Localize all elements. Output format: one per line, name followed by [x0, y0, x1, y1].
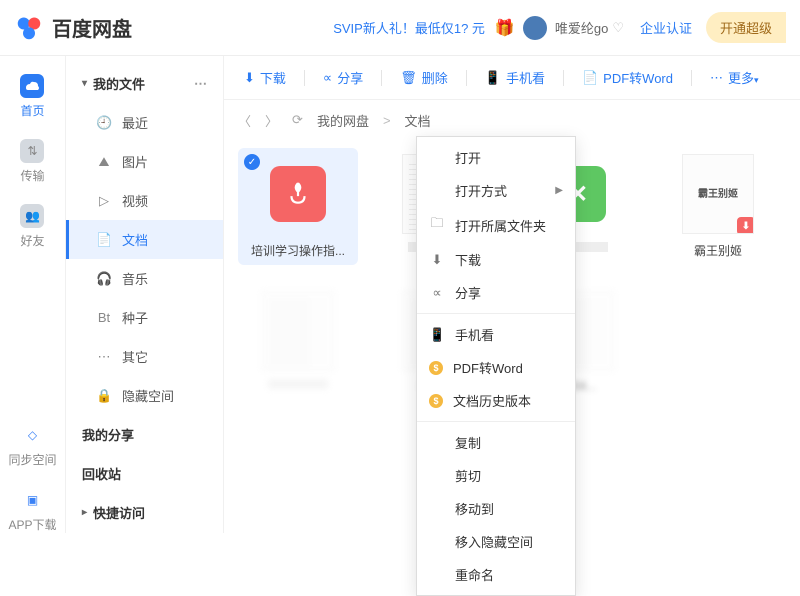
toolbar-icon: ∝ [323, 70, 332, 86]
toolbar-icon: 🗑 [400, 70, 417, 86]
coin-icon: $ [429, 361, 443, 375]
file-badge: ⬇ [737, 217, 754, 234]
sidebar-item-2[interactable]: ▷视频 [66, 181, 223, 220]
toolbar-PDF转Word[interactable]: 📄PDF转Word [576, 64, 679, 91]
sidebar-my-share[interactable]: 我的分享 [66, 415, 223, 454]
nav-transfer[interactable]: ⇅传输 [20, 139, 44, 184]
chevron-right-icon: ▸ [82, 507, 87, 518]
toolbar-删除[interactable]: 🗑删除 [394, 64, 454, 91]
ctx-打开[interactable]: 打开 [417, 141, 575, 174]
nav-download-app[interactable]: ▣APP下载 [8, 488, 56, 533]
nav-sync[interactable]: ◇同步空间 [8, 423, 56, 468]
sidebar-item-3[interactable]: 📄文档 [66, 220, 223, 259]
item-icon: ⋯ [96, 349, 112, 365]
file-name [244, 379, 352, 389]
ctx-icon: 📱 [429, 327, 445, 343]
file-thumb: 霸王别姬⬇ [678, 154, 758, 234]
ctx-剪切[interactable]: 剪切 [417, 459, 575, 492]
username[interactable]: 唯爱纶go [555, 18, 608, 37]
item-icon: 🕘 [96, 115, 112, 131]
toolbar-下载[interactable]: ⬇下载 [238, 64, 292, 91]
chevron-down-icon: ▾ [82, 78, 87, 89]
file-thumb [258, 154, 338, 234]
item-icon: 🎧 [96, 271, 112, 287]
primary-sidebar: 首页 ⇅传输 👥好友 ◇同步空间 ▣APP下载 [0, 56, 66, 533]
secondary-sidebar: ▾我的文件⋯ 🕘最近⛰图片▷视频📄文档🎧音乐Bt种子⋯其它🔒隐藏空间 我的分享 … [66, 56, 224, 533]
ctx-icon: ∝ [429, 285, 445, 301]
ctx-PDF转Word[interactable]: $PDF转Word [417, 351, 575, 384]
ctx-打开所属文件夹[interactable]: 🗀打开所属文件夹 [417, 207, 575, 243]
logo[interactable]: 百度网盘 [14, 13, 132, 43]
item-icon: 🔒 [96, 388, 112, 404]
main-panel: ⬇下载∝分享🗑删除📱手机看📄PDF转Word⋯更多▾ 〈 〉 ⟳ 我的网盘 > … [224, 56, 800, 533]
brand-text: 百度网盘 [52, 13, 132, 42]
file-item[interactable]: ————————————————————————————————————————… [238, 285, 358, 399]
forward-icon[interactable]: 〉 [265, 111, 278, 130]
vip-badge-icon: ♡ [612, 20, 624, 36]
ctx-下载[interactable]: ⬇下载 [417, 243, 575, 276]
group-my-files[interactable]: ▾我的文件⋯ [66, 64, 223, 103]
gift-icon[interactable]: 🎁 [495, 18, 515, 38]
item-icon: Bt [96, 310, 112, 325]
promo-link[interactable]: SVIP新人礼！最低仅1? 元 [333, 18, 485, 37]
coin-icon: $ [429, 394, 443, 408]
item-icon: ⛰ [96, 154, 112, 170]
ctx-移入隐藏空间[interactable]: 移入隐藏空间 [417, 525, 575, 558]
ctx-分享[interactable]: ∝分享 [417, 276, 575, 309]
breadcrumb: 〈 〉 ⟳ 我的网盘 > 文档 [224, 100, 800, 140]
sidebar-item-1[interactable]: ⛰图片 [66, 142, 223, 181]
toolbar-更多[interactable]: ⋯更多▾ [704, 64, 765, 91]
toolbar-icon: ⋯ [710, 70, 723, 86]
sidebar-item-7[interactable]: 🔒隐藏空间 [66, 376, 223, 415]
ctx-手机看[interactable]: 📱手机看 [417, 318, 575, 351]
breadcrumb-current: 文档 [405, 111, 431, 130]
context-menu: 打开打开方式▶🗀打开所属文件夹⬇下载∝分享 📱手机看$PDF转Word$文档历史版… [416, 136, 576, 596]
sidebar-item-4[interactable]: 🎧音乐 [66, 259, 223, 298]
file-item[interactable]: ✓培训学习操作指... [238, 148, 358, 265]
ctx-复制[interactable]: 复制 [417, 426, 575, 459]
item-icon: 📄 [96, 232, 112, 248]
chevron-right-icon: ▶ [555, 185, 563, 196]
sidebar-recycle[interactable]: 回收站 [66, 454, 223, 493]
file-name: 培训学习操作指... [244, 242, 352, 259]
back-icon[interactable]: 〈 [238, 111, 251, 130]
toolbar-icon: 📱 [485, 70, 501, 86]
sidebar-item-0[interactable]: 🕘最近 [66, 103, 223, 142]
upgrade-button[interactable]: 开通超级 [706, 12, 786, 43]
file-name: 霸王别姬 [664, 242, 772, 259]
file-item[interactable]: 霸王别姬⬇ 霸王别姬 [658, 148, 778, 265]
avatar[interactable] [523, 16, 547, 40]
header-bar: 百度网盘 SVIP新人礼！最低仅1? 元 🎁 唯爱纶go ♡ 企业认证 开通超级 [0, 0, 800, 56]
ctx-icon: ⬇ [429, 252, 445, 268]
file-thumb: ————————————————————————————————————————… [258, 291, 338, 371]
toolbar: ⬇下载 ∝分享 🗑删除 📱手机看 📄PDF转Word ⋯更多▾ [224, 56, 800, 100]
toolbar-分享[interactable]: ∝分享 [317, 64, 369, 91]
ctx-icon: 🗀 [429, 214, 445, 236]
nav-friends[interactable]: 👥好友 [20, 204, 44, 249]
refresh-icon[interactable]: ⟳ [292, 112, 303, 128]
toolbar-icon: ⬇ [244, 70, 255, 86]
more-icon[interactable]: ⋯ [194, 76, 207, 92]
toolbar-icon: 📄 [582, 70, 598, 86]
ctx-移动到[interactable]: 移动到 [417, 492, 575, 525]
sidebar-item-5[interactable]: Bt种子 [66, 298, 223, 337]
ctx-文档历史版本[interactable]: $文档历史版本 [417, 384, 575, 417]
item-icon: ▷ [96, 193, 112, 209]
group-quick-access[interactable]: ▸快捷访问 [66, 493, 223, 532]
ctx-打开方式[interactable]: 打开方式▶ [417, 174, 575, 207]
sidebar-item-6[interactable]: ⋯其它 [66, 337, 223, 376]
nav-home[interactable]: 首页 [20, 74, 44, 119]
ctx-重命名[interactable]: 重命名 [417, 558, 575, 591]
breadcrumb-root[interactable]: 我的网盘 [317, 111, 369, 130]
toolbar-手机看[interactable]: 📱手机看 [479, 64, 551, 91]
enterprise-link[interactable]: 企业认证 [640, 18, 692, 37]
